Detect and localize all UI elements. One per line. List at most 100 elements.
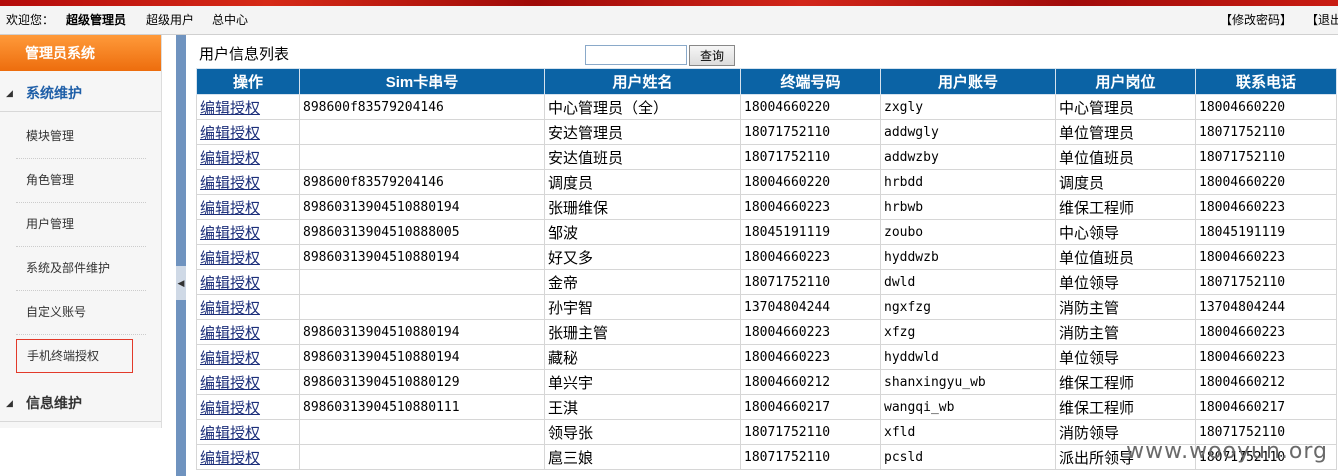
account-cell: hrbwb (880, 194, 1056, 220)
table-row: 编辑授权 金帝 18071752110 dwld 单位领导 18071752110 (196, 269, 1337, 295)
sidebar-item-system-parts[interactable]: 系统及部件维护 (16, 247, 146, 291)
phone-cell: 18004660223 (1195, 319, 1337, 345)
table-row: 编辑授权 89860313904510888005 邹波 18045191119 zou… (196, 219, 1337, 245)
column-header-name: 用户姓名 (544, 68, 741, 95)
terminal-cell: 18004660223 (740, 194, 881, 220)
account-cell: dwld (880, 269, 1056, 295)
terminal-cell: 18004660212 (740, 369, 881, 395)
table-cell: 编辑授权 (196, 419, 300, 445)
watermark: www.wooyun.org (1126, 439, 1328, 464)
terminal-cell: 18071752110 (740, 444, 881, 470)
table-cell: 编辑授权 (196, 369, 300, 395)
search-input[interactable] (585, 45, 687, 65)
name-cell: 王淇 (544, 394, 741, 420)
edit-auth-link[interactable]: 编辑授权 (200, 300, 260, 317)
logout-link[interactable]: 【退出 (1306, 6, 1338, 34)
edit-auth-link[interactable]: 编辑授权 (200, 225, 260, 242)
change-password-link[interactable]: 【修改密码】 (1220, 6, 1292, 34)
user-role: 超级用户 (146, 13, 195, 27)
table-cell: 编辑授权 (196, 144, 300, 170)
edit-auth-link[interactable]: 编辑授权 (200, 125, 260, 142)
position-cell: 单位领导 (1055, 344, 1196, 370)
collapse-arrow-icon[interactable]: ◀ (176, 266, 186, 300)
terminal-cell: 18071752110 (740, 419, 881, 445)
column-header-action: 操作 (196, 68, 300, 95)
terminal-cell: 18004660220 (740, 169, 881, 195)
edit-auth-link[interactable]: 编辑授权 (200, 375, 260, 392)
phone-cell: 18045191119 (1195, 219, 1337, 245)
sidebar-item-user[interactable]: 用户管理 (16, 203, 146, 247)
table-row: 编辑授权 安达值班员 18071752110 addwzby 单位值班员 18071752… (196, 144, 1337, 170)
query-button[interactable]: 查询 (689, 45, 735, 66)
phone-cell: 18071752110 (1195, 269, 1337, 295)
column-header-terminal: 终端号码 (740, 68, 881, 95)
sim-cell (299, 444, 545, 470)
edit-auth-link[interactable]: 编辑授权 (200, 275, 260, 292)
position-cell: 单位值班员 (1055, 144, 1196, 170)
sim-cell (299, 144, 545, 170)
sim-cell: 89860313904510888005 (299, 219, 545, 245)
sidebar-item-module[interactable]: 模块管理 (16, 115, 146, 159)
edit-auth-link[interactable]: 编辑授权 (200, 175, 260, 192)
position-cell: 消防主管 (1055, 294, 1196, 320)
sidebar-splitter[interactable] (176, 35, 186, 476)
phone-cell: 18004660223 (1195, 194, 1337, 220)
account-cell: addwgly (880, 119, 1056, 145)
user-table: 操作 Sim卡串号 用户姓名 终端号码 用户账号 用户岗位 联系电话 编辑授权 8… (196, 68, 1337, 470)
user-center: 总中心 (212, 13, 249, 27)
account-cell: pcsld (880, 444, 1056, 470)
name-cell: 张珊主管 (544, 319, 741, 345)
column-header-account: 用户账号 (880, 68, 1056, 95)
sim-cell: 89860313904510880194 (299, 244, 545, 270)
position-cell: 消防主管 (1055, 319, 1196, 345)
column-header-phone: 联系电话 (1195, 68, 1337, 95)
sidebar-item-role[interactable]: 角色管理 (16, 159, 146, 203)
table-cell: 编辑授权 (196, 169, 300, 195)
sim-cell: 89860313904510880194 (299, 319, 545, 345)
account-cell: addwzby (880, 144, 1056, 170)
account-cell: zxgly (880, 94, 1056, 120)
name-cell: 调度员 (544, 169, 741, 195)
edit-auth-link[interactable]: 编辑授权 (200, 450, 260, 467)
table-header-row: 操作 Sim卡串号 用户姓名 终端号码 用户账号 用户岗位 联系电话 (196, 68, 1337, 95)
phone-cell: 18004660223 (1195, 344, 1337, 370)
table-row: 编辑授权 898600f83579204146 调度员 18004660220 hrbd… (196, 169, 1337, 195)
edit-auth-link[interactable]: 编辑授权 (200, 100, 260, 117)
name-cell: 张珊维保 (544, 194, 741, 220)
name-cell: 孙宇智 (544, 294, 741, 320)
table-cell: 编辑授权 (196, 444, 300, 470)
edit-auth-link[interactable]: 编辑授权 (200, 325, 260, 342)
phone-cell: 18004660212 (1195, 369, 1337, 395)
sidebar-header: 管理员系统 (0, 35, 161, 71)
edit-auth-link[interactable]: 编辑授权 (200, 150, 260, 167)
table-cell: 编辑授权 (196, 269, 300, 295)
terminal-cell: 18071752110 (740, 144, 881, 170)
account-cell: xfld (880, 419, 1056, 445)
position-cell: 调度员 (1055, 169, 1196, 195)
account-cell: hyddwld (880, 344, 1056, 370)
account-cell: hrbdd (880, 169, 1056, 195)
table-row: 编辑授权 89860313904510880194 张珊维保 18004660223 h… (196, 194, 1337, 220)
table-cell: 编辑授权 (196, 319, 300, 345)
sidebar-item-custom-account[interactable]: 自定义账号 (16, 291, 146, 335)
name-cell: 领导张 (544, 419, 741, 445)
edit-auth-link[interactable]: 编辑授权 (200, 425, 260, 442)
table-row: 编辑授权 89860313904510880111 王淇 18004660217 wan… (196, 394, 1337, 420)
sim-cell: 898600f83579204146 (299, 94, 545, 120)
page-title: 用户信息列表 (199, 46, 290, 63)
sidebar-group-system[interactable]: ◢ 系统维护 (0, 75, 161, 112)
sidebar-group-info[interactable]: ◢ 信息维护 (0, 385, 161, 422)
position-cell: 单位值班员 (1055, 244, 1196, 270)
sidebar-item-mobile-auth[interactable]: 手机终端授权 (16, 339, 133, 373)
edit-auth-link[interactable]: 编辑授权 (200, 400, 260, 417)
terminal-cell: 18045191119 (740, 219, 881, 245)
edit-auth-link[interactable]: 编辑授权 (200, 350, 260, 367)
terminal-cell: 18071752110 (740, 119, 881, 145)
edit-auth-link[interactable]: 编辑授权 (200, 250, 260, 267)
account-cell: wangqi_wb (880, 394, 1056, 420)
position-cell: 维保工程师 (1055, 194, 1196, 220)
terminal-cell: 18004660220 (740, 94, 881, 120)
name-cell: 好又多 (544, 244, 741, 270)
phone-cell: 18004660217 (1195, 394, 1337, 420)
edit-auth-link[interactable]: 编辑授权 (200, 200, 260, 217)
